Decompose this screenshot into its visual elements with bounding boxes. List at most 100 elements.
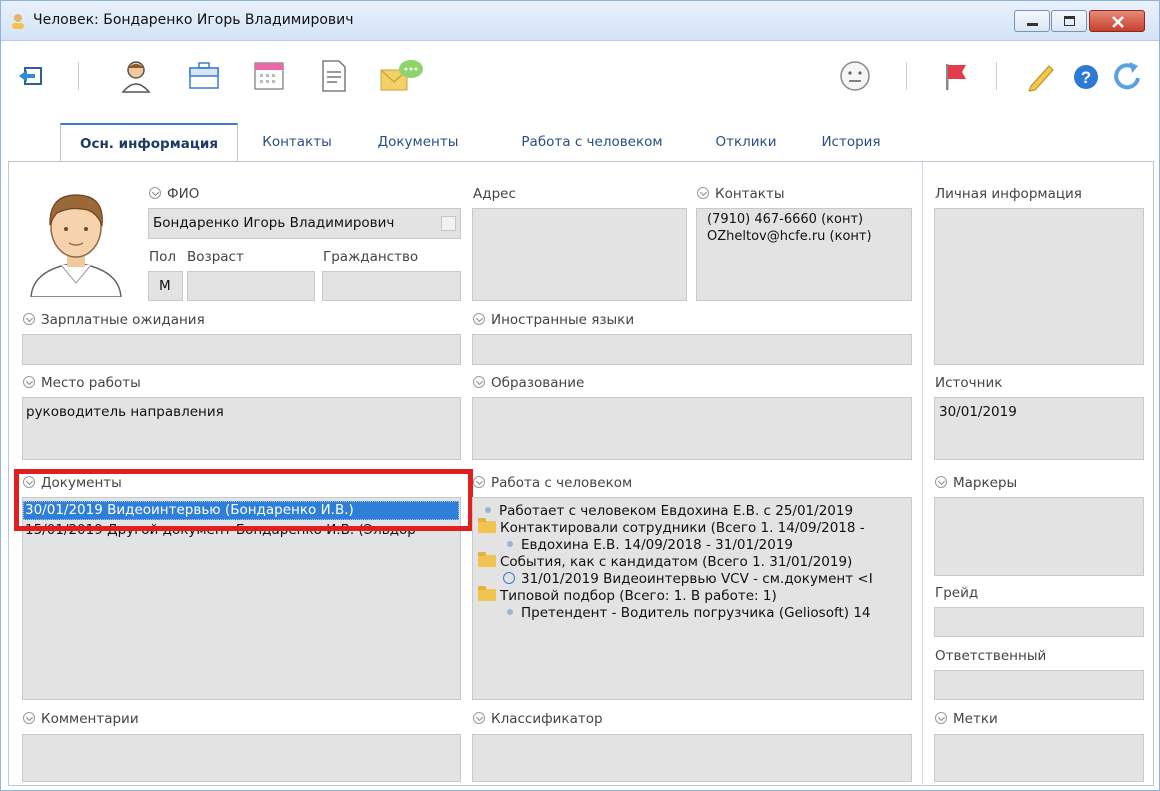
folder-icon: [478, 552, 496, 567]
column-divider: [922, 161, 923, 786]
collapse-chevron-icon: [149, 187, 161, 199]
collapse-chevron-icon: [23, 712, 35, 724]
red-flag-icon[interactable]: [938, 58, 974, 94]
clock-icon: [503, 572, 515, 584]
tree-folder[interactable]: Типовой подбор (Всего: 1. В работе: 1): [478, 586, 777, 604]
education-label[interactable]: Образование: [473, 375, 584, 391]
work-with-person-tree[interactable]: Работает с человеком Евдохина Е.В. с 25/…: [472, 497, 912, 700]
minimize-button[interactable]: [1014, 10, 1050, 32]
tab-responses[interactable]: Отклики: [701, 123, 791, 162]
toolbar: ?: [1, 42, 1159, 110]
tree-folder[interactable]: Контактировали сотрудники (Всего 1. 14/0…: [478, 518, 865, 536]
label-text: Маркеры: [953, 475, 1018, 491]
help-icon[interactable]: ?: [1071, 58, 1101, 94]
close-icon: [1112, 16, 1124, 28]
bullet-icon: [507, 609, 513, 615]
comments-field[interactable]: [22, 734, 461, 782]
tree-item[interactable]: Претендент - Водитель погрузчика (Gelios…: [507, 605, 871, 621]
message-icon[interactable]: [379, 58, 425, 94]
tab-main-info[interactable]: Осн. информация: [60, 123, 238, 162]
annotation-highlight-box: [14, 469, 473, 531]
salary-field[interactable]: [22, 334, 461, 365]
citizenship-field[interactable]: [322, 271, 461, 301]
languages-field[interactable]: [472, 334, 912, 365]
tree-folder[interactable]: События, как с кандидатом (Всего 1. 31/0…: [478, 552, 852, 570]
back-icon[interactable]: [15, 58, 51, 94]
bullet-icon: [507, 541, 513, 547]
tab-label: Контакты: [262, 134, 332, 150]
gender-label: Пол: [149, 249, 177, 265]
address-field[interactable]: [472, 208, 687, 301]
responsible-label: Ответственный: [935, 648, 1047, 664]
label-text: Место работы: [41, 375, 141, 391]
tab-label: Работа с человеком: [521, 134, 663, 150]
person-icon[interactable]: [118, 58, 154, 94]
collapse-chevron-icon: [473, 476, 485, 488]
label-text: Работа с человеком: [491, 475, 633, 491]
tree-item-text: 31/01/2019 Видеоинтервью VCV - см.докуме…: [521, 571, 873, 587]
salary-label[interactable]: Зарплатные ожидания: [23, 312, 205, 328]
pencil-icon[interactable]: [1023, 58, 1059, 94]
tree-item-text: Претендент - Водитель погрузчика (Gelios…: [521, 605, 871, 621]
maximize-icon: [1064, 16, 1075, 26]
age-label: Возраст: [187, 249, 244, 265]
tab-label: Документы: [377, 134, 459, 150]
collapse-chevron-icon: [473, 376, 485, 388]
refresh-icon[interactable]: [1111, 58, 1143, 94]
workplace-label[interactable]: Место работы: [23, 375, 141, 391]
toolbar-separator: [78, 62, 79, 90]
tree-item-text: Работает с человеком Евдохина Е.В. с 25/…: [499, 503, 854, 519]
calendar-icon[interactable]: [251, 58, 287, 94]
close-button[interactable]: [1089, 10, 1145, 32]
dropdown-icon[interactable]: [441, 216, 456, 231]
contact-phone[interactable]: (7910) 467-6660 (конт): [707, 212, 863, 227]
markers-label[interactable]: Маркеры: [935, 475, 1017, 491]
gender-value: М: [159, 278, 171, 294]
source-label: Источник: [935, 375, 1003, 391]
tab-documents[interactable]: Документы: [359, 123, 477, 162]
age-field[interactable]: [187, 271, 315, 301]
label-text: Классификатор: [491, 711, 603, 727]
svg-text:?: ?: [1081, 68, 1091, 87]
fio-field[interactable]: Бондаренко Игорь Владимирович: [148, 208, 461, 239]
grade-field[interactable]: [934, 607, 1144, 637]
work-with-person-label[interactable]: Работа с человеком: [473, 475, 632, 491]
contacts-label[interactable]: Контакты: [697, 186, 784, 202]
workplace-field[interactable]: руководитель направления: [22, 397, 461, 460]
gender-field[interactable]: М: [148, 271, 183, 301]
toolbar-separator: [996, 62, 997, 90]
collapse-chevron-icon: [473, 313, 485, 325]
label-text: ФИО: [167, 186, 200, 202]
contact-email[interactable]: OZheltov@hcfe.ru (конт): [707, 229, 872, 244]
tab-contacts[interactable]: Контакты: [247, 123, 347, 162]
tree-item[interactable]: Работает с человеком Евдохина Е.В. с 25/…: [485, 503, 853, 519]
languages-label[interactable]: Иностранные языки: [473, 312, 634, 328]
briefcase-icon[interactable]: [186, 58, 222, 94]
fio-label[interactable]: ФИО: [149, 186, 199, 202]
markers-field[interactable]: [934, 497, 1144, 576]
responsible-field[interactable]: [934, 670, 1144, 700]
collapse-chevron-icon: [935, 476, 947, 488]
neutral-face-icon[interactable]: [837, 58, 873, 94]
grade-label: Грейд: [935, 585, 979, 601]
classifier-field[interactable]: [472, 734, 912, 782]
label-text: Контакты: [715, 186, 785, 202]
classifier-label[interactable]: Классификатор: [473, 711, 603, 727]
tags-field[interactable]: [934, 734, 1144, 782]
personal-info-field[interactable]: [934, 208, 1144, 365]
tags-label[interactable]: Метки: [935, 711, 998, 727]
tab-work-with-person[interactable]: Работа с человеком: [497, 123, 687, 162]
tab-history[interactable]: История: [801, 123, 901, 162]
education-field[interactable]: [472, 397, 912, 460]
tab-label: Отклики: [715, 134, 777, 150]
tree-item[interactable]: Евдохина Е.В. 14/09/2018 - 31/01/2019: [507, 537, 793, 553]
maximize-button[interactable]: [1051, 10, 1087, 32]
comments-label[interactable]: Комментарии: [23, 711, 139, 727]
minimize-icon: [1027, 23, 1038, 26]
citizenship-label: Гражданство: [323, 249, 419, 265]
document-icon[interactable]: [316, 58, 352, 94]
tab-label: Осн. информация: [79, 136, 219, 152]
contacts-field[interactable]: (7910) 467-6660 (конт) OZheltov@hcfe.ru …: [696, 208, 912, 301]
source-field[interactable]: 30/01/2019: [934, 397, 1144, 460]
tree-item[interactable]: 31/01/2019 Видеоинтервью VCV - см.докуме…: [503, 571, 873, 587]
